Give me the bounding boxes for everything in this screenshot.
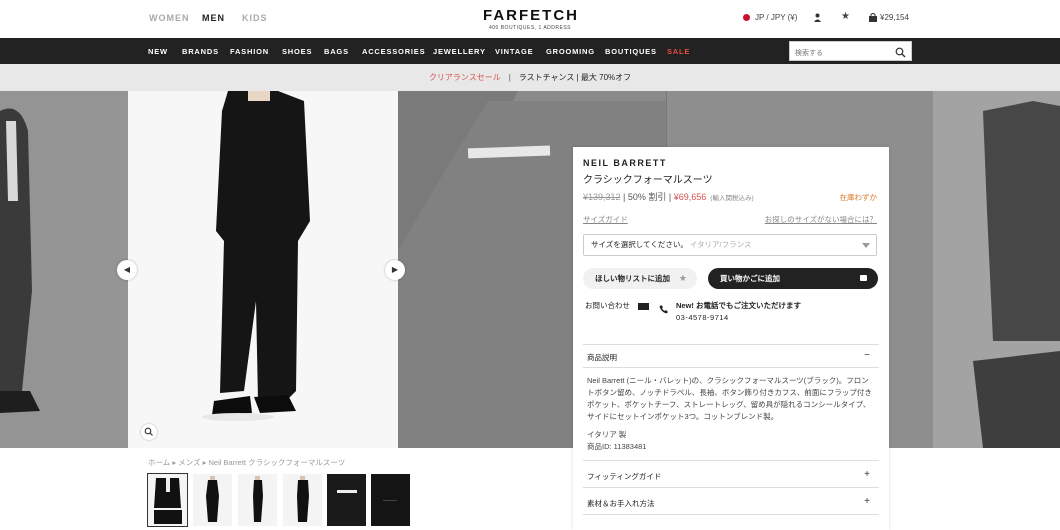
size-help-link[interactable]: お探しのサイズがない場合には？ bbox=[765, 214, 877, 225]
farfetch-logo[interactable]: FARFETCH 400 BOUTIQUES, 1 ADDRESS bbox=[483, 7, 577, 31]
breadcrumb[interactable]: ホーム ▸ メンズ ▸ Neil Barrett クラシックフォーマルスーツ bbox=[148, 457, 345, 468]
divider bbox=[583, 344, 879, 345]
logo-tagline: 400 BOUTIQUES, 1 ADDRESS bbox=[488, 25, 572, 31]
product-info-card: NEIL BARRETT クラシックフォーマルスーツ ¥139,312 | 50… bbox=[573, 147, 889, 530]
phone-icon bbox=[659, 301, 669, 319]
nav-item-sale[interactable]: SALE bbox=[667, 47, 690, 56]
star-icon: ★ bbox=[678, 273, 687, 283]
divider bbox=[583, 460, 879, 461]
gallery-image-prev[interactable] bbox=[0, 91, 128, 448]
tax-note: (輸入関税込み) bbox=[710, 195, 754, 202]
expand-plus-icon[interactable]: + bbox=[864, 496, 870, 507]
discount-label: | 50% 割引 | bbox=[620, 192, 674, 202]
nav-item-bags[interactable]: BAGS bbox=[324, 47, 349, 56]
promo-separator: | bbox=[508, 73, 511, 82]
promo-banner[interactable]: クリアランスセール | ラストチャンス | 最大 70%オフ bbox=[0, 64, 1060, 91]
wishlist-button-label: ほしい物リストに追加 bbox=[595, 274, 670, 283]
mail-icon[interactable] bbox=[638, 303, 649, 310]
size-guide-link[interactable]: サイズガイド bbox=[583, 214, 628, 225]
gallery-image-next[interactable] bbox=[933, 91, 1060, 448]
add-to-wishlist-button[interactable]: ほしい物リストに追加 ★ bbox=[583, 268, 697, 289]
collapse-minus-icon[interactable]: − bbox=[864, 350, 870, 361]
top-bar: WOMEN MEN KIDS FARFETCH 400 BOUTIQUES, 1… bbox=[0, 0, 1060, 38]
nav-item-fashion[interactable]: FASHION bbox=[230, 47, 269, 56]
gallery-next-arrow-icon[interactable]: ▶ bbox=[385, 260, 405, 280]
original-price: ¥139,312 bbox=[583, 192, 621, 202]
promo-clearance-text: クリアランスセール bbox=[428, 73, 501, 82]
thumbnail-6[interactable] bbox=[371, 474, 410, 526]
search-icon[interactable] bbox=[895, 45, 906, 63]
section-description-header[interactable]: 商品説明 bbox=[587, 352, 617, 363]
thumbnail-5[interactable] bbox=[327, 474, 366, 526]
account-icon[interactable] bbox=[813, 13, 822, 24]
nav-item-brands[interactable]: BRANDS bbox=[182, 47, 219, 56]
size-select-hint: イタリア/フランス bbox=[689, 240, 752, 249]
nav-item-vintage[interactable]: VINTAGE bbox=[495, 47, 533, 56]
nav-item-boutiques[interactable]: BOUTIQUES bbox=[605, 47, 657, 56]
locale-selector[interactable]: JP / JPY (¥) bbox=[755, 13, 797, 22]
cart-bag-icon[interactable] bbox=[869, 13, 877, 24]
nav-item-grooming[interactable]: GROOMING bbox=[546, 47, 595, 56]
nav-item-shoes[interactable]: SHOES bbox=[282, 47, 312, 56]
add-to-cart-button[interactable]: 買い物かごに追加 bbox=[708, 268, 878, 289]
thumbnail-1[interactable] bbox=[147, 473, 188, 527]
product-name: クラシックフォーマルスーツ bbox=[583, 175, 713, 186]
sale-price: ¥69,656 bbox=[673, 192, 707, 202]
japan-flag-icon bbox=[743, 14, 750, 21]
gallery-prev-arrow-icon[interactable]: ◀ bbox=[117, 260, 137, 280]
nav-item-new[interactable]: NEW bbox=[148, 47, 168, 56]
gallery-image-main[interactable] bbox=[128, 91, 398, 448]
gender-women-link[interactable]: WOMEN bbox=[149, 13, 190, 23]
cart-total[interactable]: ¥29,154 bbox=[880, 13, 909, 22]
gender-kids-link[interactable]: KIDS bbox=[242, 13, 268, 23]
item-id: 商品ID: 11383481 bbox=[587, 442, 647, 451]
thumbnail-2[interactable] bbox=[193, 474, 232, 526]
price-line: ¥139,312 | 50% 割引 | ¥69,656 (輸入関税込み) bbox=[583, 190, 754, 203]
search-box bbox=[789, 41, 912, 63]
thumbnail-4[interactable] bbox=[283, 474, 322, 526]
gender-men-link[interactable]: MEN bbox=[202, 13, 225, 23]
expand-plus-icon[interactable]: + bbox=[864, 469, 870, 480]
section-care-header[interactable]: 素材＆お手入れ方法 bbox=[587, 498, 655, 509]
product-brand[interactable]: NEIL BARRETT bbox=[583, 158, 667, 168]
bag-icon bbox=[860, 275, 867, 281]
section-fitting-header[interactable]: フィッティングガイド bbox=[587, 471, 661, 482]
zoom-icon[interactable] bbox=[141, 424, 157, 440]
search-input[interactable] bbox=[790, 44, 890, 63]
stock-status: 在庫わずか bbox=[839, 193, 878, 202]
size-select[interactable]: サイズを選択してください。 イタリア/フランス bbox=[583, 234, 877, 256]
cart-button-label: 買い物かごに追加 bbox=[720, 274, 780, 283]
nav-item-jewellery[interactable]: JEWELLERY bbox=[433, 47, 486, 56]
divider bbox=[583, 367, 879, 368]
wishlist-star-icon[interactable]: ★ bbox=[841, 11, 850, 22]
image-gallery bbox=[0, 91, 1060, 448]
phone-order-note: New! お電話でもご注文いただけます bbox=[676, 301, 802, 310]
thumbnail-3[interactable] bbox=[238, 474, 277, 526]
contact-link[interactable]: お問い合わせ bbox=[585, 300, 630, 311]
divider bbox=[583, 487, 879, 488]
divider bbox=[583, 514, 879, 515]
chevron-down-icon bbox=[862, 243, 870, 248]
product-description: Neil Barrett (ニール・バレット)の、クラシックフォーマルスーツ(ブ… bbox=[587, 376, 872, 421]
phone-number[interactable]: 03-4578-9714 bbox=[676, 313, 729, 322]
nav-item-accessories[interactable]: ACCESSORIES bbox=[362, 47, 425, 56]
made-in: イタリア 製 bbox=[587, 430, 627, 439]
promo-last-chance-text: ラストチャンス | 最大 70%オフ bbox=[518, 73, 632, 82]
size-select-label: サイズを選択してください。 bbox=[591, 240, 688, 249]
logo-wordmark: FARFETCH bbox=[483, 7, 579, 24]
